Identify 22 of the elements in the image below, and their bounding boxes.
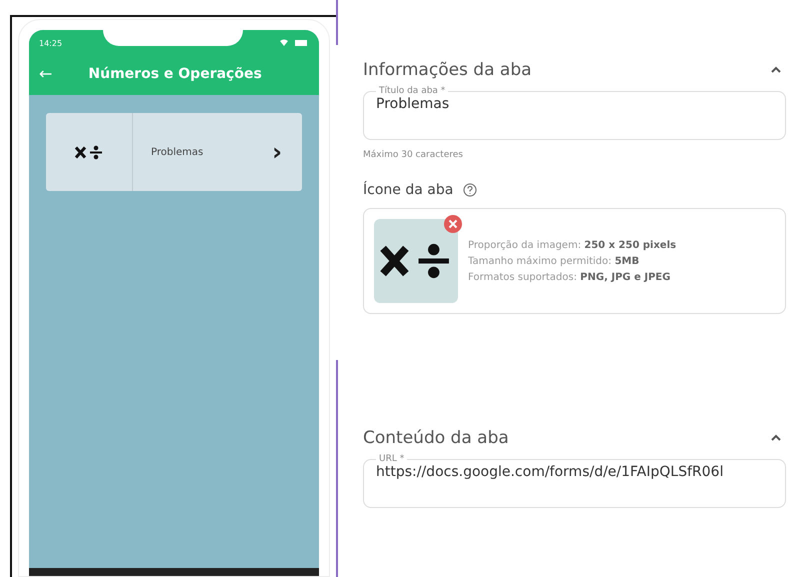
screen-title: Números e Operações <box>88 66 262 82</box>
upload-info-text: Proporção da imagem: 250 x 250 pixels <box>468 240 676 250</box>
field-value: https://docs.google.com/forms/d/e/1FAIpQLSfR06l <box>376 464 724 480</box>
chevron: › <box>272 138 283 166</box>
list-item[interactable]: Problemas › <box>46 113 302 191</box>
field-value: Problemas <box>376 96 450 112</box>
upload-info-text: Formatos suportados: PNG, JPG e JPEG <box>468 272 672 282</box>
status-icons <box>279 39 309 47</box>
upload-info-text: Tamanho máximo permitido: 5MB <box>468 256 640 266</box>
field-label: URL * <box>378 454 406 464</box>
text-field[interactable]: Título da aba * Problemas <box>363 86 786 140</box>
section-title: Informações da aba <box>363 60 532 80</box>
field-label: Ícone da aba <box>363 182 454 198</box>
status-time: 14:25 <box>39 38 62 48</box>
helper-text: Máximo 30 caracteres <box>363 150 464 160</box>
section-title: Conteúdo da aba <box>363 428 509 448</box>
field-label: Título da aba * <box>378 86 446 96</box>
multiply-divide-icon <box>74 144 104 160</box>
item-label: Problemas <box>150 146 204 158</box>
remove-icon[interactable] <box>444 215 462 233</box>
text-field[interactable]: URL * https://docs.google.com/forms/d/e/1FAIpQLSfR06l <box>363 454 786 508</box>
help-icon[interactable] <box>463 183 478 197</box>
